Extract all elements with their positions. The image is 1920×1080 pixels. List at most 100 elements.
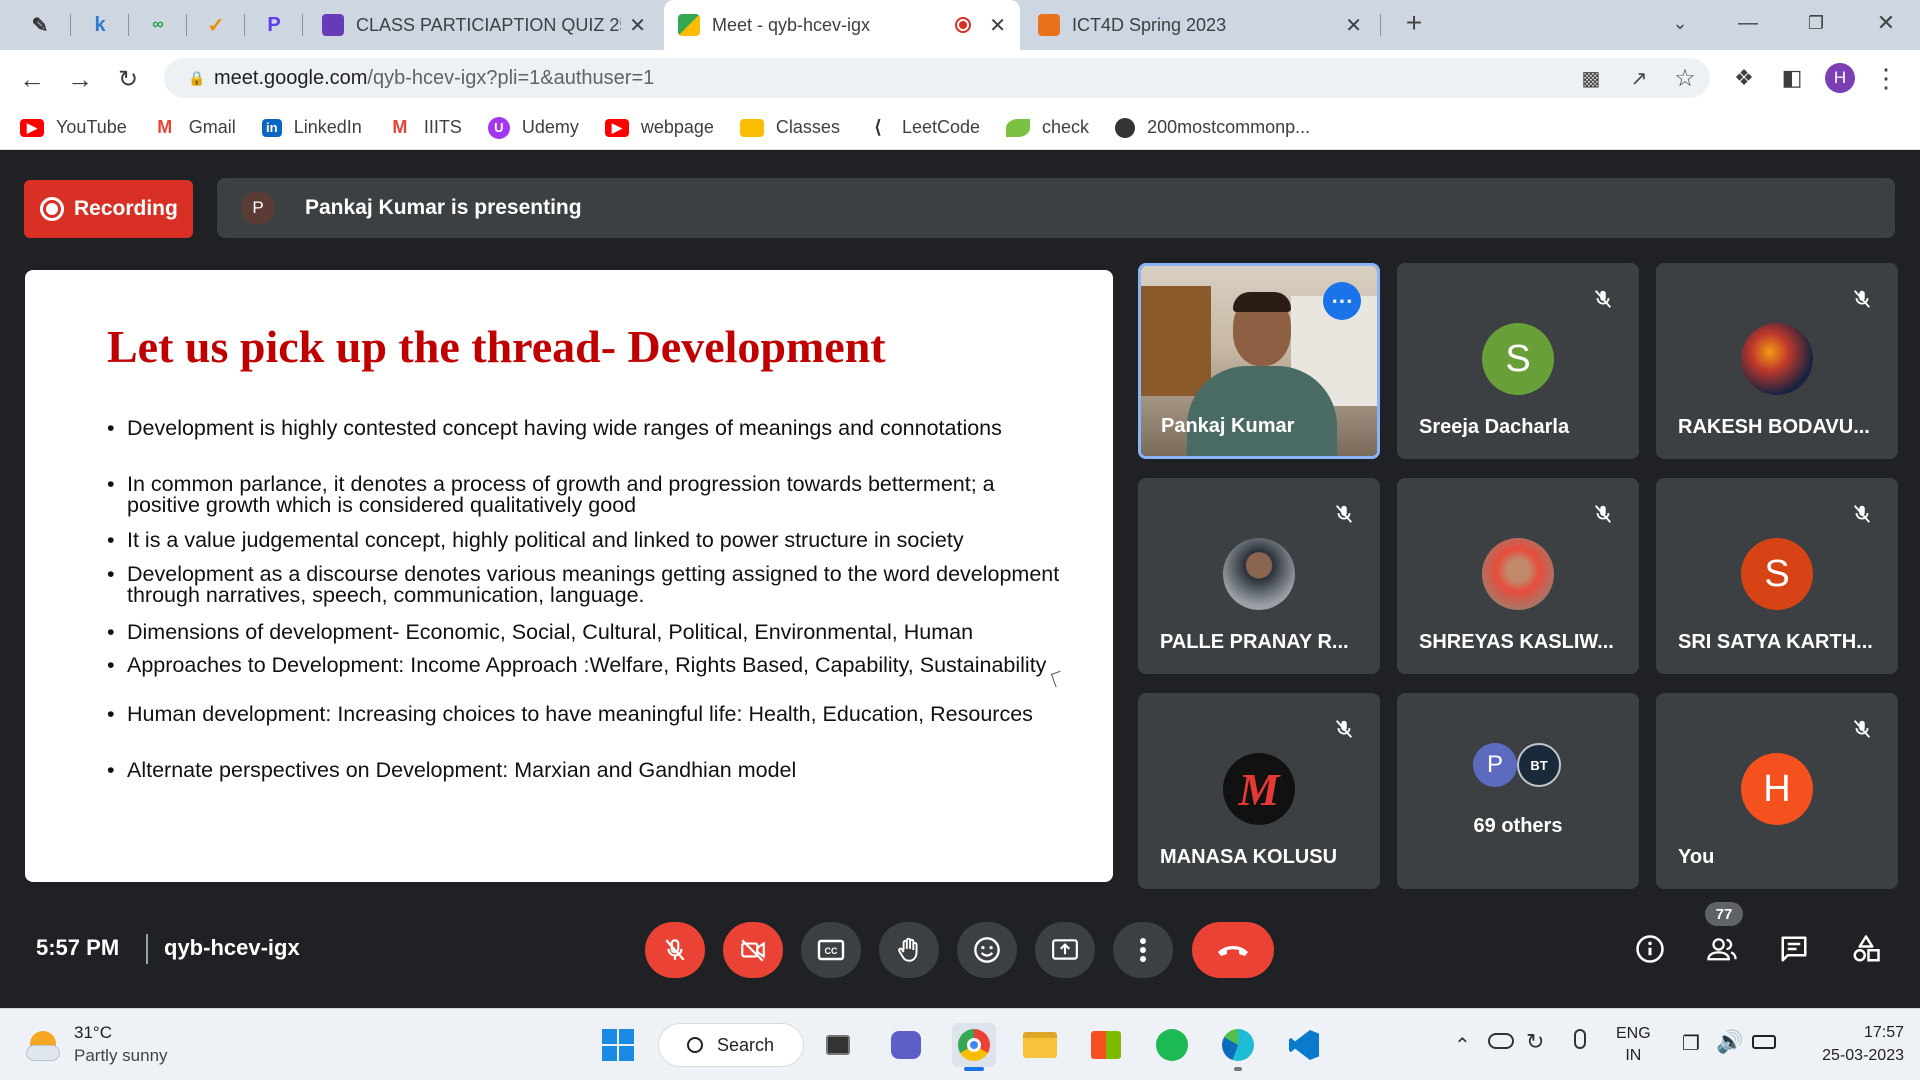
bookmark-200mostcommon[interactable]: 200mostcommonp... <box>1115 117 1310 138</box>
bookmark-gmail[interactable]: M Gmail <box>153 117 236 138</box>
side-panel-icon[interactable]: ◧ <box>1776 62 1808 94</box>
forward-button[interactable]: → <box>64 63 96 95</box>
youtube-icon: ▶ <box>20 118 44 137</box>
bookmark-classes[interactable]: Classes <box>739 117 840 138</box>
task-view-icon[interactable] <box>816 1023 860 1067</box>
youtube-icon: ▶ <box>604 118 629 137</box>
participant-tile[interactable]: RAKESH BODAVU... <box>1656 263 1898 459</box>
vscode-icon[interactable] <box>1282 1023 1326 1067</box>
chat-button[interactable] <box>1769 924 1819 974</box>
teams-chat-icon[interactable] <box>884 1023 928 1067</box>
close-tab-icon[interactable]: ✕ <box>1345 13 1362 38</box>
infinity-pinned-tab-icon[interactable]: ∞ <box>142 10 174 40</box>
participant-tile[interactable]: SHREYAS KASLIW... <box>1397 478 1639 674</box>
bookmark-youtube[interactable]: ▶ YouTube <box>20 117 127 138</box>
participant-tile-pankaj[interactable]: ⋯ Pankaj Kumar <box>1138 263 1380 459</box>
bookmark-udemy[interactable]: U Udemy <box>487 116 579 139</box>
udemy-icon: U <box>487 116 510 139</box>
onedrive-icon[interactable] <box>1488 1033 1514 1049</box>
emoji-icon <box>974 937 1000 963</box>
participant-tile[interactable]: M MANASA KOLUSU <box>1138 693 1380 889</box>
captions-icon: CC <box>817 939 845 961</box>
more-menu-icon[interactable]: ⋮ <box>1870 62 1902 94</box>
participant-tile-self[interactable]: H You <box>1656 693 1898 889</box>
participant-name: SRI SATYA KARTH... <box>1678 631 1873 653</box>
leave-call-button[interactable] <box>1192 922 1274 978</box>
edge-icon[interactable] <box>1216 1023 1260 1071</box>
minimize-button[interactable]: — <box>1728 8 1768 38</box>
tab-ict4d[interactable]: ICT4D Spring 2023 ✕ <box>1024 0 1376 50</box>
tab-search-chevron-icon[interactable]: ⌄ <box>1660 8 1700 38</box>
present-screen-button[interactable] <box>1035 922 1095 978</box>
k-pinned-tab-icon[interactable]: k <box>84 10 116 40</box>
taskbar-clock[interactable]: 17:57 25-03-2023 <box>1790 1021 1904 1067</box>
shoe-pinned-tab-icon[interactable]: ✓ <box>200 10 232 40</box>
file-explorer-icon[interactable] <box>1018 1023 1062 1067</box>
participant-name: You <box>1678 846 1715 868</box>
sync-icon[interactable]: ↻ <box>1526 1029 1544 1055</box>
chrome-icon[interactable] <box>952 1023 996 1071</box>
tab-quiz[interactable]: CLASS PARTICIAPTION QUIZ 25 M ✕ <box>308 0 660 50</box>
participant-tile[interactable]: S Sreeja Dacharla <box>1397 263 1639 459</box>
microphone-icon[interactable] <box>1574 1029 1586 1049</box>
taskbar-search[interactable]: Search <box>658 1023 804 1067</box>
battery-icon[interactable] <box>1752 1035 1776 1049</box>
extensions-puzzle-icon[interactable]: ❖ <box>1728 62 1760 94</box>
participant-tile-others[interactable]: P BT 69 others <box>1397 693 1639 889</box>
activities-button[interactable] <box>1841 924 1891 974</box>
bookmark-webpage[interactable]: ▶ webpage <box>604 117 714 138</box>
emoji-button[interactable] <box>957 922 1017 978</box>
bookmark-check[interactable]: check <box>1006 117 1089 138</box>
participant-tile[interactable]: PALLE PRANAY R... <box>1138 478 1380 674</box>
new-tab-button[interactable]: + <box>1394 7 1434 38</box>
recording-indicator[interactable]: Recording <box>24 180 193 238</box>
reload-button[interactable]: ↻ <box>112 63 144 95</box>
mic-off-button[interactable] <box>645 922 705 978</box>
url-text[interactable]: meet.google.com/qyb-hcev-igx?pli=1&authu… <box>214 67 654 90</box>
microsoft-store-icon[interactable] <box>1084 1023 1128 1067</box>
profile-avatar[interactable]: H <box>1825 63 1855 93</box>
lock-icon: 🔒 <box>188 69 206 86</box>
camera-off-button[interactable] <box>723 922 783 978</box>
bookmark-iiits[interactable]: M IIITS <box>388 117 462 138</box>
leetcode-icon: ⟨ <box>874 117 882 137</box>
tab-meet[interactable]: Meet - qyb-hcev-igx ✕ <box>664 0 1020 50</box>
captions-button[interactable]: CC <box>801 922 861 978</box>
more-options-button[interactable] <box>1113 922 1173 978</box>
meeting-details-button[interactable] <box>1625 924 1675 974</box>
close-tab-icon[interactable]: ✕ <box>629 13 646 38</box>
participant-name: RAKESH BODAVU... <box>1678 416 1870 438</box>
presenting-banner: P Pankaj Kumar is presenting <box>217 178 1895 238</box>
show-hidden-icons-chevron-icon[interactable]: ⌃ <box>1454 1033 1471 1058</box>
address-bar[interactable]: 🔒 meet.google.com/qyb-hcev-igx?pli=1&aut… <box>164 58 1710 98</box>
eyedropper-pinned-tab-icon[interactable]: ✎ <box>24 10 56 40</box>
volume-icon[interactable]: 🔊 <box>1716 1029 1743 1055</box>
close-tab-icon[interactable]: ✕ <box>989 13 1006 38</box>
language-indicator[interactable]: ENG IN <box>1616 1023 1651 1067</box>
wifi-icon[interactable]: ❐ <box>1682 1031 1700 1056</box>
camera-in-use-icon[interactable]: ▩ <box>1576 63 1606 93</box>
toolbar: ← → ↻ 🔒 meet.google.com/qyb-hcev-igx?pli… <box>0 50 1920 106</box>
raise-hand-button[interactable] <box>879 922 939 978</box>
p-pinned-tab-icon[interactable]: P <box>258 10 290 40</box>
participant-tile[interactable]: S SRI SATYA KARTH... <box>1656 478 1898 674</box>
partly-sunny-icon <box>26 1027 62 1063</box>
participant-avatar <box>1741 323 1813 395</box>
restore-button[interactable]: ❐ <box>1796 8 1836 38</box>
bookmark-star-icon[interactable]: ☆ <box>1670 63 1700 93</box>
weather-widget[interactable]: 31°C Partly sunny <box>26 1023 168 1066</box>
more-vert-icon <box>1140 938 1146 962</box>
more-options-icon[interactable]: ⋯ <box>1323 282 1361 320</box>
close-window-button[interactable]: ✕ <box>1866 8 1906 38</box>
back-button[interactable]: ← <box>16 63 48 95</box>
bookmark-leetcode[interactable]: ⟨ LeetCode <box>866 117 980 138</box>
bookmark-linkedin[interactable]: in LinkedIn <box>261 117 362 138</box>
share-icon[interactable]: ↗ <box>1624 63 1654 93</box>
svg-text:CC: CC <box>825 946 838 956</box>
participant-avatar <box>1482 538 1554 610</box>
forms-icon <box>322 14 344 36</box>
windows-start-icon[interactable] <box>596 1023 640 1067</box>
gmail-icon: M <box>392 117 408 137</box>
spotify-icon[interactable] <box>1150 1023 1194 1067</box>
people-button[interactable]: 77 <box>1697 902 1747 974</box>
